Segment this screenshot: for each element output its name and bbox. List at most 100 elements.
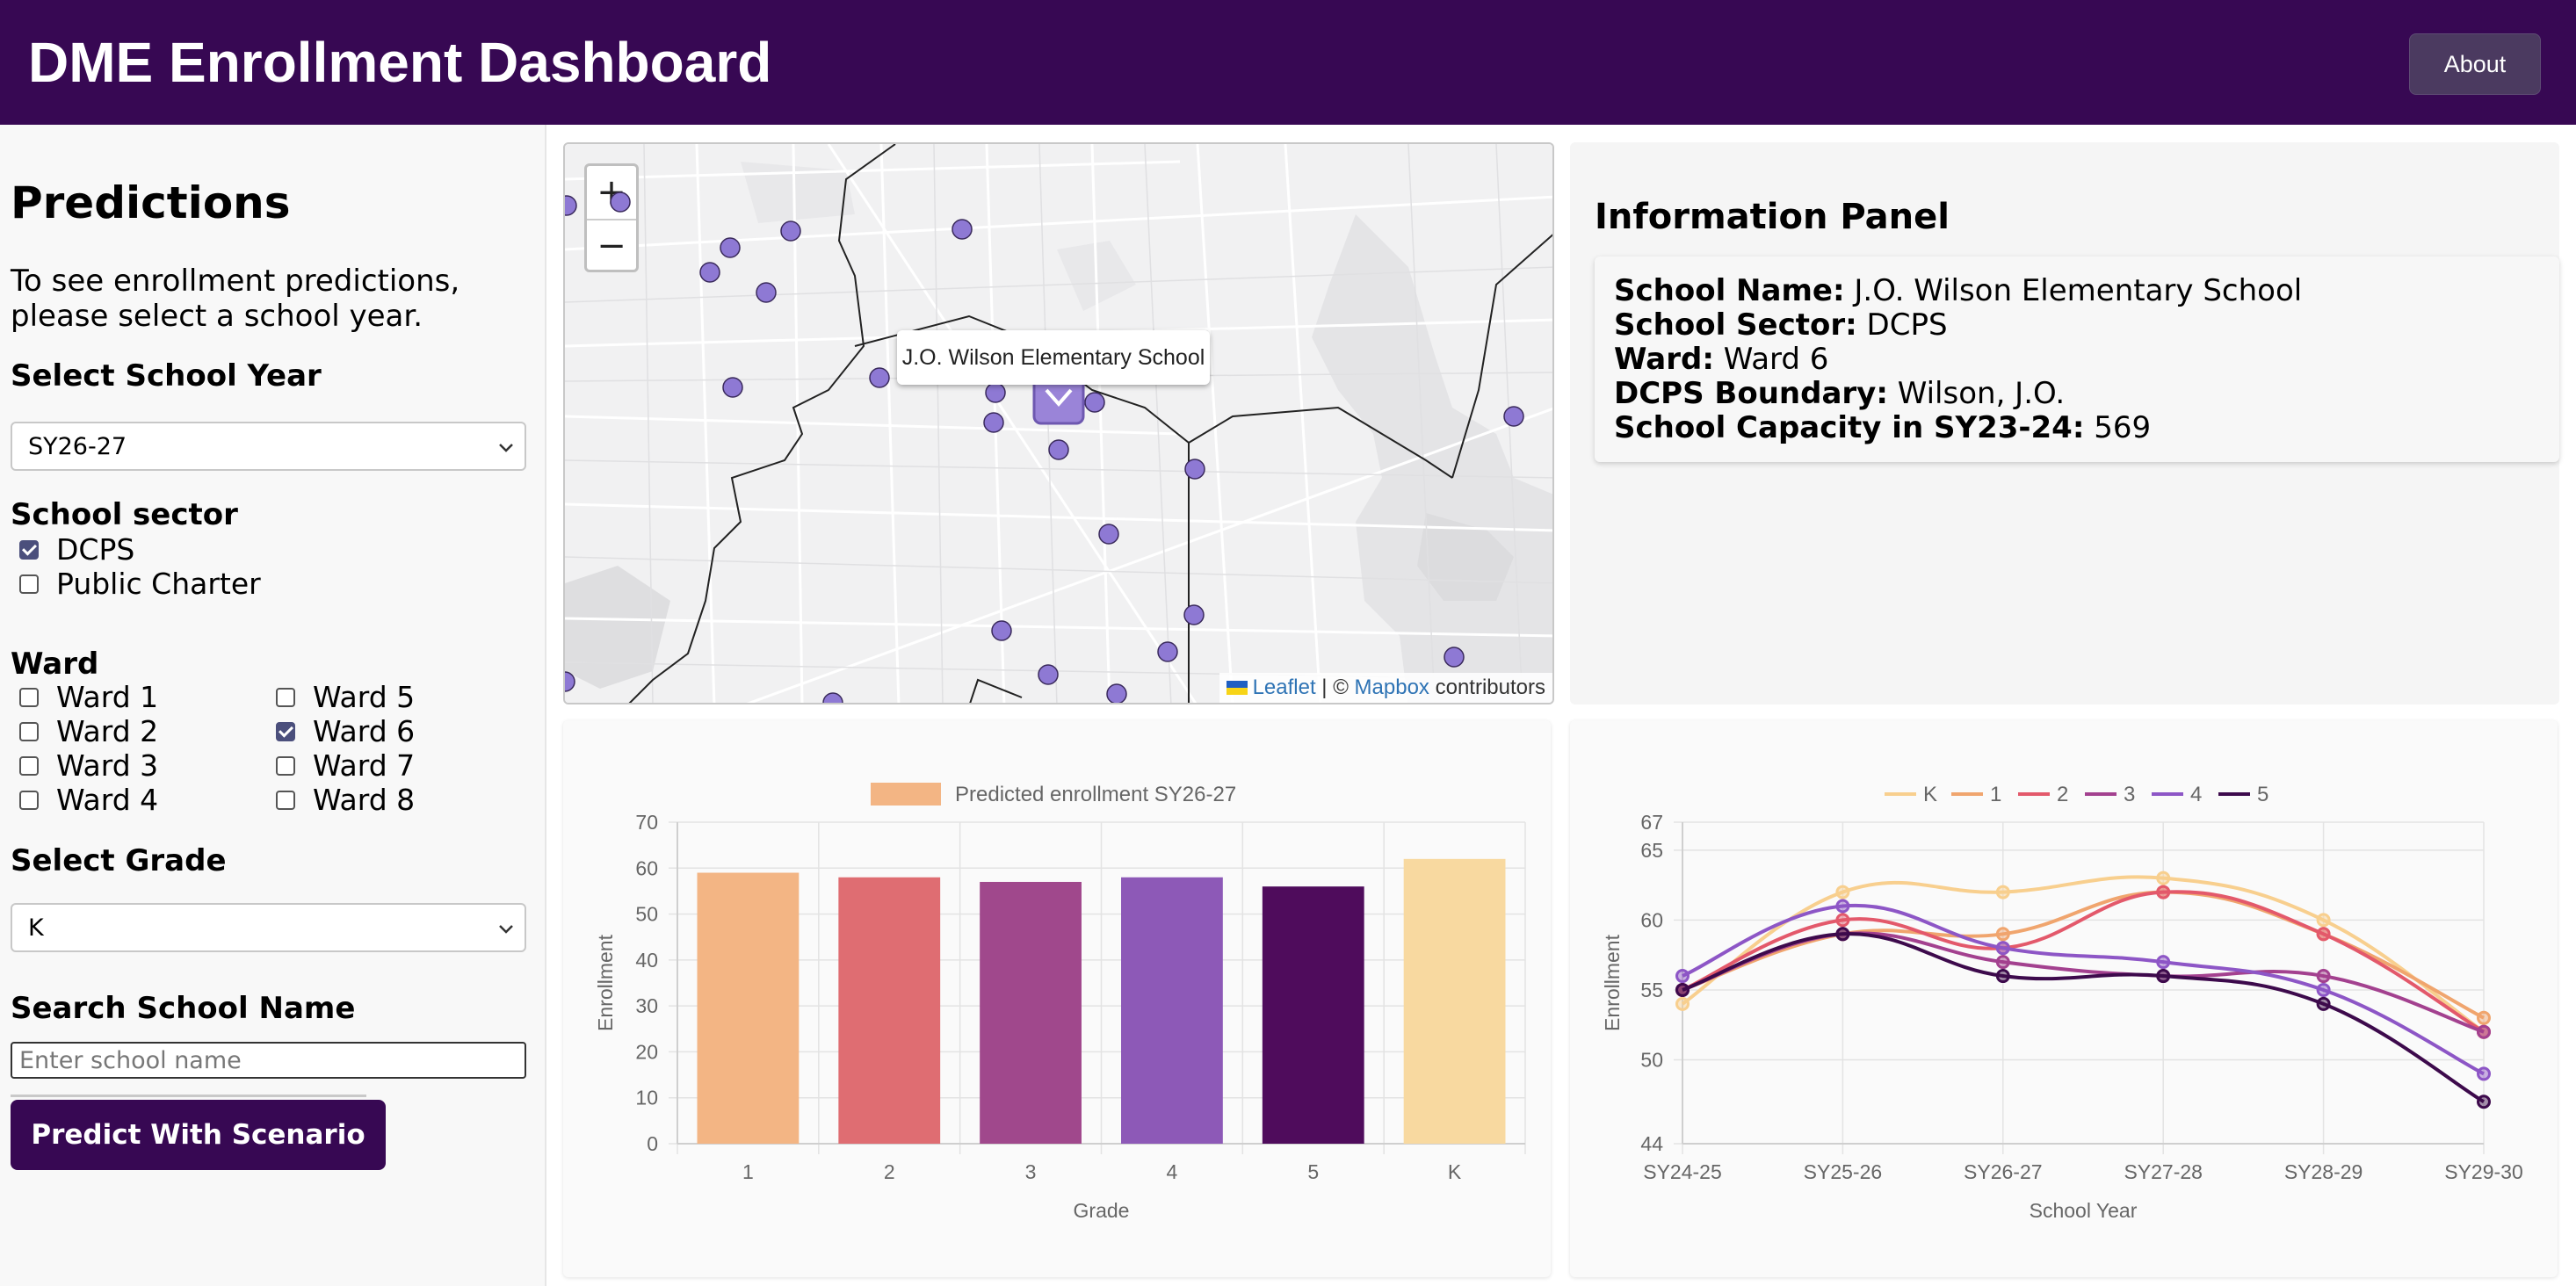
- field-value: J.O. Wilson Elementary School: [1854, 273, 2303, 308]
- data-point: [2477, 1024, 2491, 1039]
- ward-option-4[interactable]: Ward 4: [19, 783, 158, 817]
- field-value: DCPS: [1866, 307, 1948, 343]
- school-search-input[interactable]: [11, 1042, 526, 1079]
- leaflet-link[interactable]: Leaflet: [1253, 676, 1316, 700]
- school-marker[interactable]: [991, 620, 1012, 641]
- school-marker[interactable]: [1157, 641, 1178, 662]
- school-marker[interactable]: [699, 262, 720, 283]
- school-marker[interactable]: [1106, 683, 1127, 704]
- school-year-select[interactable]: SY26-27: [11, 422, 526, 471]
- bar-chart-panel: Predicted enrollment SY26-27 0 10 20 30 40 50 6…: [563, 720, 1551, 1277]
- x-tick-label: SY24-25: [1643, 1160, 1722, 1183]
- checkbox[interactable]: [19, 755, 39, 776]
- predictions-title: Predictions: [11, 177, 291, 228]
- ukraine-flag-icon: [1226, 681, 1248, 695]
- line-chart-panel: K 1 2 3 4 5 44 50 55 60 65 67 SY24-25 SY25-26 SY26-27 S…: [1570, 720, 2558, 1277]
- x-tick-label: SY28-29: [2284, 1160, 2363, 1183]
- school-marker[interactable]: [565, 195, 577, 216]
- school-marker[interactable]: [1184, 459, 1205, 480]
- checkbox[interactable]: [19, 687, 39, 707]
- header-bar: DME Enrollment Dashboard About: [0, 0, 2576, 125]
- ward-option-8[interactable]: Ward 8: [276, 783, 415, 817]
- school-marker[interactable]: [822, 692, 843, 704]
- school-marker[interactable]: [720, 237, 741, 258]
- y-tick-label: 60: [635, 856, 658, 879]
- predictions-sidebar: Predictions To see enrollment prediction…: [0, 125, 546, 1286]
- school-marker[interactable]: [1444, 647, 1465, 668]
- school-marker[interactable]: [565, 671, 575, 692]
- mapbox-link[interactable]: Mapbox: [1355, 676, 1429, 700]
- school-marker[interactable]: [1038, 664, 1059, 685]
- info-school-sector: School Sector: DCPS: [1614, 308, 2540, 343]
- x-tick-label: K: [1448, 1160, 1462, 1183]
- y-tick-label: 40: [635, 949, 658, 972]
- checkbox-label: Ward 8: [313, 783, 416, 817]
- x-axis-title: Grade: [1074, 1199, 1130, 1222]
- checkbox-label: Public Charter: [56, 567, 261, 601]
- data-point: [2477, 1010, 2491, 1025]
- grade-select[interactable]: K: [11, 903, 526, 952]
- x-tick-label: 4: [1167, 1160, 1178, 1183]
- y-tick-label: 50: [635, 903, 658, 926]
- ward-option-2[interactable]: Ward 2: [19, 714, 158, 748]
- data-point: [1835, 913, 1850, 928]
- school-marker[interactable]: [1098, 524, 1119, 545]
- checkbox[interactable]: [19, 574, 39, 594]
- checkbox[interactable]: [276, 755, 295, 776]
- school-marker[interactable]: [952, 219, 973, 240]
- school-marker[interactable]: [1084, 392, 1105, 413]
- checkbox-label: Ward 6: [313, 714, 416, 748]
- bar-grade-1: [697, 872, 800, 1144]
- field-label: DCPS Boundary:: [1614, 376, 1888, 411]
- school-marker[interactable]: [983, 412, 1004, 433]
- school-marker[interactable]: [780, 220, 801, 242]
- field-label: School Name:: [1614, 273, 1845, 308]
- school-marker[interactable]: [610, 191, 631, 213]
- predictions-intro: To see enrollment predictions, please se…: [11, 264, 460, 334]
- ward-option-6[interactable]: Ward 6: [276, 714, 415, 748]
- school-map[interactable]: + − J.O. Wilson Elementary School Leafle…: [563, 142, 1554, 704]
- ward-option-5[interactable]: Ward 5: [276, 680, 415, 714]
- data-point: [1995, 955, 2010, 970]
- sector-option-dcps[interactable]: DCPS: [19, 532, 134, 567]
- data-point: [1675, 969, 1690, 984]
- school-markers-layer[interactable]: [565, 144, 1554, 704]
- ward-option-3[interactable]: Ward 3: [19, 748, 158, 783]
- enrollment-trend-line-chart: K 1 2 3 4 5 44 50 55 60 65 67 SY24-25 SY25-26 SY26-27 S…: [1601, 783, 2523, 1222]
- grade-value: K: [28, 914, 44, 942]
- data-point: [1995, 885, 2010, 899]
- checkbox[interactable]: [276, 721, 295, 741]
- checkbox[interactable]: [19, 721, 39, 741]
- data-point: [1995, 927, 2010, 942]
- school-marker[interactable]: [1503, 406, 1524, 427]
- predict-with-scenario-button[interactable]: Predict With Scenario: [11, 1100, 386, 1170]
- ward-option-7[interactable]: Ward 7: [276, 748, 415, 783]
- data-point: [2316, 927, 2331, 942]
- legend-label: 2: [2057, 783, 2068, 806]
- school-marker[interactable]: [756, 282, 777, 303]
- data-point: [1835, 885, 1850, 899]
- series-line-3: [1682, 931, 2485, 1034]
- school-marker[interactable]: [985, 382, 1006, 403]
- y-tick-label: 70: [635, 811, 658, 834]
- x-tick-label: SY29-30: [2444, 1160, 2523, 1183]
- data-point: [1835, 899, 1850, 914]
- legend-swatch: [871, 783, 941, 806]
- school-marker[interactable]: [1183, 604, 1205, 625]
- checkbox[interactable]: [276, 790, 295, 810]
- checkbox-label: Ward 5: [313, 680, 416, 714]
- checkbox[interactable]: [276, 687, 295, 707]
- sector-option-public-charter[interactable]: Public Charter: [19, 567, 261, 601]
- checkbox[interactable]: [19, 539, 39, 560]
- school-marker[interactable]: [869, 367, 890, 388]
- data-point: [2156, 955, 2171, 970]
- checkbox[interactable]: [19, 790, 39, 810]
- school-marker[interactable]: [1048, 439, 1069, 460]
- school-marker[interactable]: [722, 377, 743, 398]
- info-school-capacity: School Capacity in SY23-24: 569: [1614, 411, 2540, 445]
- bar-grade-4: [1121, 877, 1223, 1144]
- about-button[interactable]: About: [2409, 33, 2541, 95]
- y-tick-label: 10: [635, 1087, 658, 1109]
- info-ward: Ward: Ward 6: [1614, 343, 2540, 377]
- ward-option-1[interactable]: Ward 1: [19, 680, 158, 714]
